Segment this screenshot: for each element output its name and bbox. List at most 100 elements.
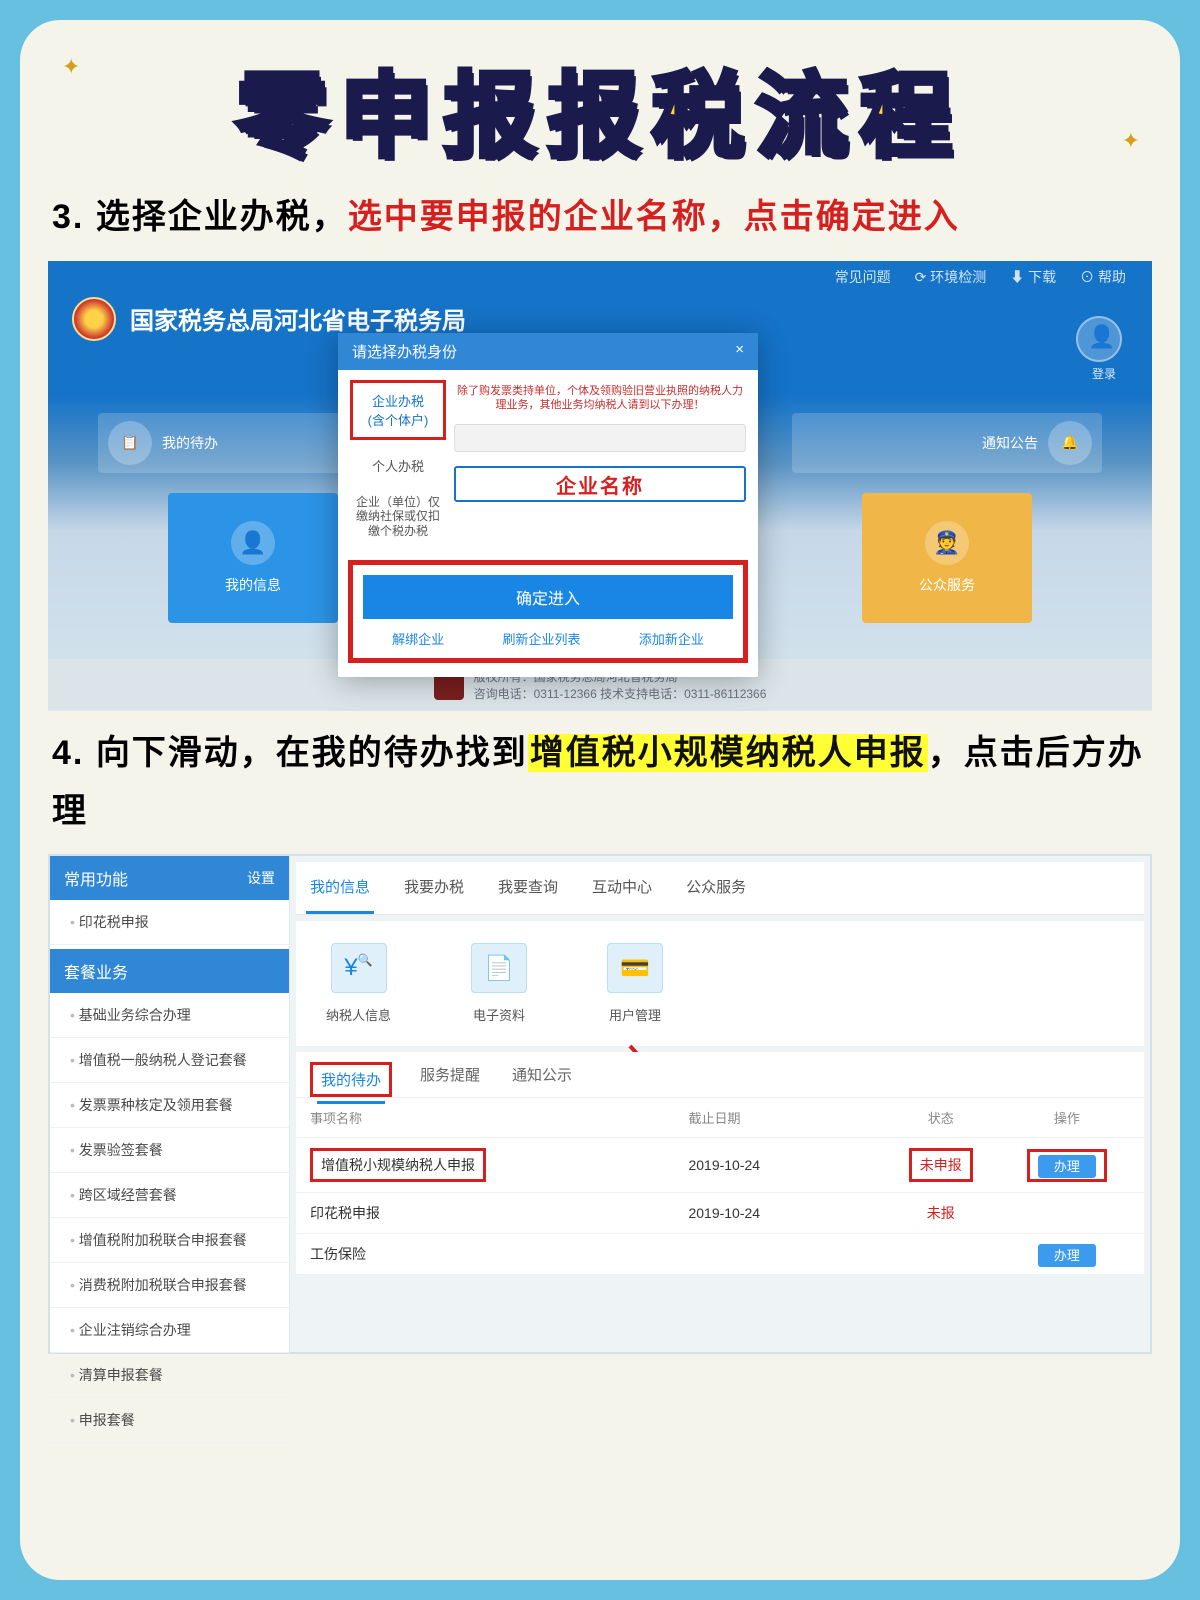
emblem-icon	[72, 297, 116, 341]
table-head: 事项名称 截止日期 状态 操作	[296, 1098, 1144, 1138]
sidebar: 常用功能 设置 印花税申报 套餐业务 基础业务综合办理 增值税一般纳税人登记套餐…	[50, 856, 290, 1352]
tile-myinfo-label: 我的信息	[225, 575, 281, 595]
person-icon: 👤	[231, 521, 275, 565]
row-date: 2019-10-24	[688, 1205, 877, 1221]
sidebar-item[interactable]: 申报套餐	[50, 1398, 289, 1443]
avatar-icon[interactable]	[1076, 316, 1122, 362]
sidebar-item[interactable]: 增值税附加税联合申报套餐	[50, 1218, 289, 1263]
panel-tab-service[interactable]: 服务提醒	[416, 1052, 484, 1097]
iconbox-label: 电子资料	[471, 1005, 527, 1024]
sidebar-item[interactable]: 基础业务综合办理	[50, 993, 289, 1038]
panel-tabs: 我的待办 服务提醒 通知公示	[296, 1052, 1144, 1098]
settings-label[interactable]: 设置	[247, 868, 275, 888]
th-op: 操作	[1004, 1108, 1130, 1127]
add-enterprise-link[interactable]: 添加新企业	[639, 629, 704, 648]
modal-footer-highlight: 确定进入 解绑企业 刷新企业列表 添加新企业	[348, 560, 748, 663]
step3-part2: 选中要申报的企业名称，点击确定进入	[348, 198, 960, 236]
tile-public[interactable]: 👮 公众服务	[862, 493, 1032, 623]
table-row: 印花税申报 2019-10-24 未报	[296, 1193, 1144, 1234]
row-status: 未报	[878, 1203, 1004, 1223]
modal-header: 请选择办税身份 ×	[338, 333, 758, 370]
sidebar-item[interactable]: 发票票种核定及领用套餐	[50, 1083, 289, 1128]
row-name-highlight: 增值税小规模纳税人申报	[310, 1148, 486, 1182]
table-row: 增值税小规模纳税人申报 2019-10-24 未申报 办理	[296, 1138, 1144, 1193]
identity-modal: 请选择办税身份 × 企业办税 (含个体户) 个人办税 企业（单位）仅缴纳社保或仅…	[338, 333, 758, 677]
user-manage-icon: 💳	[607, 943, 663, 993]
close-icon[interactable]: ×	[735, 341, 744, 362]
modal-title: 请选择办税身份	[352, 341, 457, 362]
step4-highlight: 增值税小规模纳税人申报	[528, 734, 928, 772]
iconbox-user[interactable]: 💳 用户管理	[607, 943, 663, 1024]
bell-icon: 🔔	[1048, 421, 1092, 465]
topbar-link-download[interactable]: ⬇ 下载	[1010, 267, 1056, 287]
sidebar-item[interactable]: 消费税附加税联合申报套餐	[50, 1263, 289, 1308]
icon-row: ¥🔍 纳税人信息 📄 电子资料 💳 用户管理	[296, 921, 1144, 1046]
iconbox-label: 纳税人信息	[326, 1005, 391, 1024]
modal-note: 除了购发票类持单位，个体及领购验旧营业执照的纳税人力理业务，其他业务均纳税人请到…	[454, 380, 746, 425]
row-status-highlight: 未申报	[909, 1148, 973, 1182]
handle-button[interactable]: 办理	[1038, 1244, 1096, 1267]
refresh-link[interactable]: 刷新企业列表	[502, 629, 580, 648]
panel-tab-todo-highlight: 我的待办	[310, 1062, 392, 1097]
iconbox-taxpayer[interactable]: ¥🔍 纳税人信息	[326, 943, 391, 1024]
sidebar-head-label: 常用功能	[64, 866, 128, 890]
row-name: 印花税申报	[310, 1203, 688, 1223]
step4-part1: 向下滑动，在我的待办找到	[96, 734, 528, 772]
tab-interact[interactable]: 互动中心	[588, 862, 656, 914]
step4-num: 4.	[52, 734, 84, 772]
sidebar-item[interactable]: 企业注销综合办理	[50, 1308, 289, 1353]
service-icon: 👮	[925, 521, 969, 565]
main-title: 零申报报税流程	[48, 42, 1152, 175]
tab-handle[interactable]: 我要办税	[400, 862, 468, 914]
seg-right-label: 通知公告	[982, 433, 1038, 453]
th-name: 事项名称	[310, 1108, 688, 1127]
company-name-field[interactable]: 企业名称	[454, 466, 746, 502]
tab-personal[interactable]: 个人办税	[350, 450, 446, 481]
topbar-link-help[interactable]: ⊙ 帮助	[1080, 267, 1126, 287]
row-name: 工伤保险	[310, 1244, 688, 1264]
unbind-link[interactable]: 解绑企业	[392, 629, 444, 648]
tab-enterprise[interactable]: 企业办税 (含个体户)	[350, 380, 446, 440]
sidebar-head-common[interactable]: 常用功能 设置	[50, 856, 289, 900]
sidebar-item[interactable]: 清算申报套餐	[50, 1353, 289, 1398]
todo-panel: 我的待办 服务提醒 通知公示 事项名称 截止日期 状态 操作 增值税小规模纳税人…	[296, 1052, 1144, 1274]
tab-public[interactable]: 公众服务	[682, 862, 750, 914]
confirm-enter-button[interactable]: 确定进入	[363, 575, 733, 619]
panel-tab-todo[interactable]: 我的待办	[317, 1060, 385, 1104]
avatar-label: 登录	[1092, 365, 1116, 382]
th-date: 截止日期	[688, 1108, 877, 1127]
panel-tab-notice[interactable]: 通知公示	[508, 1052, 576, 1097]
tab-query[interactable]: 我要查询	[494, 862, 562, 914]
sidebar-item[interactable]: 增值税一般纳税人登记套餐	[50, 1038, 289, 1083]
tile-myinfo[interactable]: 👤 我的信息	[168, 493, 338, 623]
table-row: 工伤保险 办理	[296, 1234, 1144, 1274]
document-icon: 📄	[471, 943, 527, 993]
iconbox-label: 用户管理	[607, 1005, 663, 1024]
topbar-link-faq[interactable]: 常见问题	[835, 267, 891, 287]
sparkle-icon: ✦	[62, 54, 80, 80]
topbar: 常见问题 ⟳ 环境检测 ⬇ 下载 ⊙ 帮助	[48, 261, 1152, 293]
seg-left-label: 我的待办	[162, 433, 218, 453]
tab-myinfo[interactable]: 我的信息	[306, 862, 374, 914]
handle-button[interactable]: 办理	[1038, 1155, 1096, 1178]
footer-contact: 咨询电话：0311-12366 技术支持电话：0311-86112366	[474, 685, 767, 702]
step4-text: 4. 向下滑动，在我的待办找到增值税小规模纳税人申报，点击后方办理	[52, 725, 1148, 841]
sidebar-item[interactable]: 发票验签套餐	[50, 1128, 289, 1173]
screenshot-b: 常用功能 设置 印花税申报 套餐业务 基础业务综合办理 增值税一般纳税人登记套餐…	[48, 854, 1152, 1354]
list-icon: 📋	[108, 421, 152, 465]
seg-right[interactable]: 通知公告 🔔	[792, 413, 1102, 473]
sidebar-item-stamp[interactable]: 印花税申报	[50, 900, 289, 945]
tab-unit[interactable]: 企业（单位）仅缴纳社保或仅扣缴个税办税	[350, 491, 446, 542]
step3-part1: 选择企业办税，	[96, 198, 348, 236]
iconbox-edoc[interactable]: 📄 电子资料	[471, 943, 527, 1024]
tile-public-label: 公众服务	[919, 575, 975, 595]
th-status: 状态	[878, 1108, 1004, 1127]
topbar-link-envcheck[interactable]: ⟳ 环境检测	[915, 267, 987, 287]
step3-num: 3.	[52, 198, 84, 236]
row-date: 2019-10-24	[688, 1157, 877, 1173]
main-tabs: 我的信息 我要办税 我要查询 互动中心 公众服务	[296, 862, 1144, 915]
main-area: 我的信息 我要办税 我要查询 互动中心 公众服务 ¥🔍 纳税人信息 📄 电子资料…	[290, 856, 1150, 1352]
sidebar-item[interactable]: 跨区域经营套餐	[50, 1173, 289, 1218]
blurred-field[interactable]	[454, 424, 746, 452]
sidebar-head-package[interactable]: 套餐业务	[50, 949, 289, 993]
